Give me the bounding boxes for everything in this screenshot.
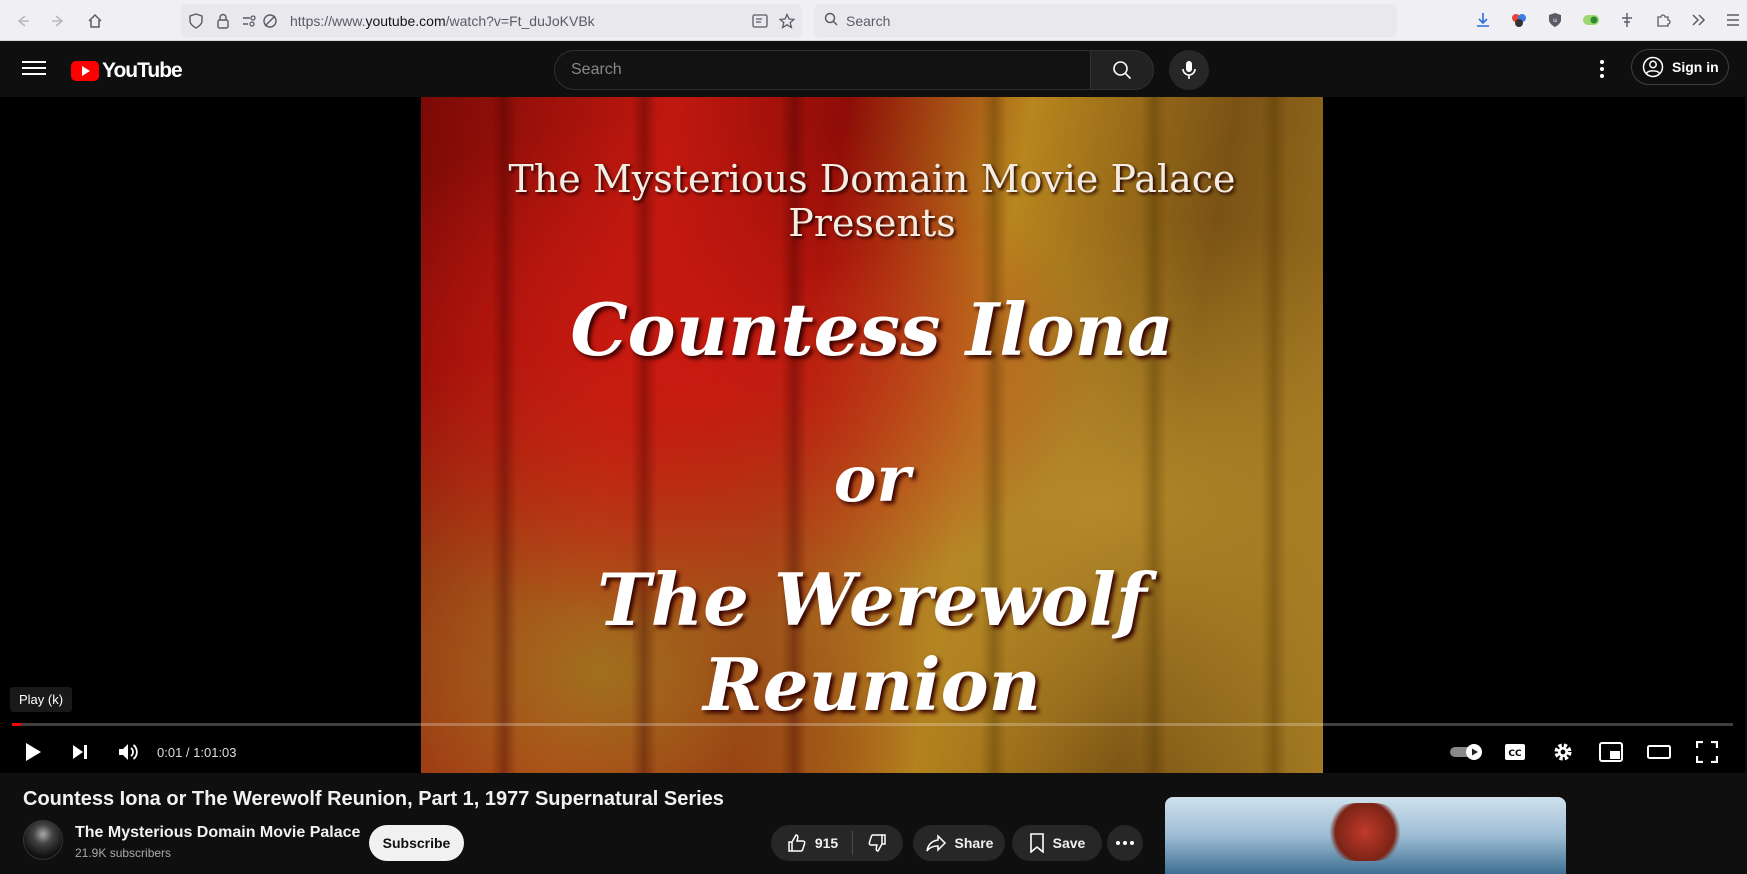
bookmark-icon	[1029, 833, 1044, 853]
sign-in-label: Sign in	[1672, 59, 1719, 75]
autoplay-toggle-icon	[1450, 744, 1482, 760]
autoplay-toggle[interactable]	[1447, 734, 1487, 770]
play-button[interactable]	[15, 734, 51, 770]
closed-captions-icon: CC	[1505, 744, 1525, 760]
address-bar[interactable]: https://www.youtube.com/watch?v=Ft_duJoK…	[181, 4, 802, 37]
subscribe-button[interactable]: Subscribe	[369, 825, 464, 861]
thumbs-down-icon	[868, 834, 886, 852]
home-icon[interactable]	[82, 8, 108, 34]
miniplayer-icon	[1599, 742, 1623, 762]
video-frame[interactable]: The Mysterious Domain Movie Palace Prese…	[421, 97, 1323, 773]
ad-ship-graphic	[1325, 803, 1405, 861]
youtube-search-box[interactable]	[554, 50, 1091, 90]
video-title: Countess Iona or The Werewolf Reunion, P…	[23, 788, 724, 810]
dislike-button[interactable]	[867, 833, 887, 853]
subscriber-count: 21.9K subscribers	[75, 846, 172, 860]
share-label: Share	[954, 835, 994, 851]
fullscreen-button[interactable]	[1689, 734, 1725, 770]
volume-icon	[119, 744, 138, 760]
settings-button[interactable]	[1545, 734, 1581, 770]
voice-search-button[interactable]	[1169, 50, 1209, 90]
like-count: 915	[814, 835, 839, 851]
app-menu-icon[interactable]	[1722, 9, 1744, 31]
save-button[interactable]: Save	[1012, 825, 1102, 861]
progress-bar[interactable]	[12, 723, 1733, 726]
browser-toolbar: https://www.youtube.com/watch?v=Ft_duJoK…	[0, 0, 1747, 41]
svg-text:u: u	[1553, 17, 1557, 24]
video-overlay-subtitle: The Werewolf Reunion	[597, 557, 1147, 727]
extensions-puzzle-icon[interactable]	[1652, 9, 1674, 31]
gear-icon	[1554, 743, 1572, 761]
url-text[interactable]: https://www.youtube.com/watch?v=Ft_duJoK…	[290, 13, 595, 29]
back-icon[interactable]	[10, 8, 36, 34]
browser-search-placeholder: Search	[846, 13, 891, 29]
play-icon	[26, 743, 41, 761]
progress-bar-fill	[12, 723, 21, 726]
captions-button[interactable]: CC	[1497, 734, 1533, 770]
sign-in-button[interactable]: Sign in	[1631, 49, 1729, 85]
share-icon	[925, 834, 946, 852]
video-info: Countess Iona or The Werewolf Reunion, P…	[0, 773, 1745, 874]
youtube-logo-text: YouTube	[102, 59, 183, 82]
channel-avatar[interactable]	[23, 820, 63, 860]
svg-text:CC: CC	[1508, 749, 1522, 759]
like-button[interactable]: 915	[787, 833, 838, 853]
bookmark-star-icon[interactable]	[778, 12, 796, 30]
microphone-icon	[1182, 61, 1196, 79]
fullscreen-icon	[1696, 741, 1718, 763]
pin-extension-icon[interactable]	[1616, 9, 1638, 31]
skip-next-icon	[73, 745, 87, 759]
thumbs-up-icon	[788, 834, 806, 852]
next-button[interactable]	[62, 734, 98, 770]
more-horizontal-icon	[1116, 841, 1134, 845]
shield-icon[interactable]	[187, 12, 205, 30]
video-player[interactable]: The Mysterious Domain Movie Palace Prese…	[0, 97, 1745, 773]
lock-icon[interactable]	[214, 12, 232, 30]
youtube-play-logo-icon	[71, 61, 99, 81]
miniplayer-button[interactable]	[1593, 734, 1629, 770]
sidebar-ad-thumbnail[interactable]	[1165, 797, 1566, 874]
overflow-chevrons-icon[interactable]	[1688, 9, 1710, 31]
save-label: Save	[1052, 835, 1086, 851]
guide-menu-icon[interactable]	[22, 57, 46, 81]
channel-name[interactable]: The Mysterious Domain Movie Palace	[75, 824, 360, 842]
youtube-search-input[interactable]	[555, 51, 1090, 89]
video-overlay-presents: The Mysterious Domain Movie Palace Prese…	[508, 157, 1236, 245]
video-overlay-title: Countess Ilona	[570, 287, 1174, 372]
like-dislike-group: 915	[771, 825, 903, 861]
tracking-protection-icon[interactable]	[261, 12, 279, 30]
youtube-logo[interactable]: YouTube	[71, 59, 183, 83]
play-tooltip: Play (k)	[10, 687, 73, 712]
share-button[interactable]: Share	[913, 825, 1005, 861]
account-circle-icon	[1642, 56, 1664, 78]
theater-mode-icon	[1647, 745, 1671, 759]
forward-icon[interactable]	[45, 8, 71, 34]
reader-mode-icon[interactable]	[751, 12, 769, 30]
browser-search-bar[interactable]: Search	[814, 4, 1397, 37]
downloads-icon[interactable]	[1472, 9, 1494, 31]
search-icon	[1113, 61, 1132, 80]
video-overlay-or: or	[833, 442, 911, 517]
extension-color-icon[interactable]	[1508, 9, 1530, 31]
ublock-icon[interactable]: u	[1544, 9, 1566, 31]
youtube-search-button[interactable]	[1090, 50, 1154, 90]
time-display: 0:01 / 1:01:03	[157, 745, 237, 760]
more-actions-button[interactable]	[1107, 825, 1143, 861]
extension-toggle-icon[interactable]	[1580, 9, 1602, 31]
youtube-header: YouTube Sign in	[0, 41, 1745, 97]
theater-mode-button[interactable]	[1641, 734, 1677, 770]
search-icon	[824, 12, 838, 29]
settings-kebab-icon[interactable]	[1590, 57, 1614, 81]
mute-button[interactable]	[110, 734, 146, 770]
permissions-icon[interactable]	[241, 12, 259, 30]
